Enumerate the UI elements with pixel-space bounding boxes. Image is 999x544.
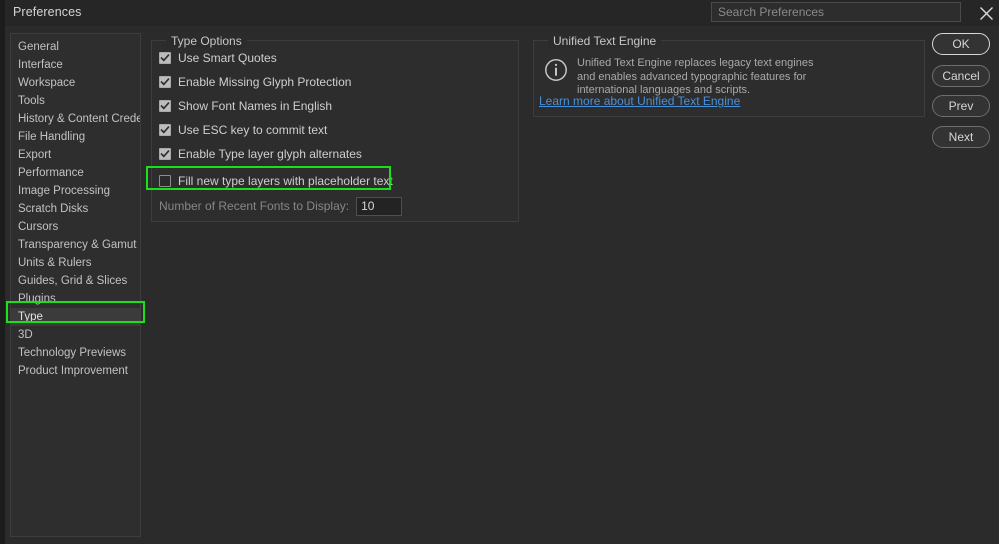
checkbox-row-enable-missing-glyph-protection[interactable]: Enable Missing Glyph Protection: [159, 73, 351, 91]
ok-button[interactable]: OK: [932, 33, 990, 55]
checkbox-label: Enable Missing Glyph Protection: [178, 75, 352, 89]
preferences-category-list[interactable]: General Interface Workspace Tools History & …: [10, 33, 141, 537]
sidebar-item-technology-previews[interactable]: Technology Previews: [11, 344, 140, 362]
sidebar-items: General Interface Workspace Tools History & …: [11, 34, 140, 380]
recent-fonts-row: Number of Recent Fonts to Display:: [159, 196, 403, 216]
next-button[interactable]: Next: [932, 126, 990, 148]
sidebar-item-performance[interactable]: Performance: [11, 164, 140, 182]
checkbox-checked-icon[interactable]: [159, 76, 171, 88]
sidebar-item-interface[interactable]: Interface: [11, 56, 140, 74]
checkbox-label: Fill new type layers with placeholder te…: [178, 174, 393, 188]
unified-text-engine-description: Unified Text Engine replaces legacy text…: [577, 57, 814, 96]
sidebar-item-general[interactable]: General: [11, 38, 140, 56]
sidebar-item-file-handling[interactable]: File Handling: [11, 128, 140, 146]
checkbox-checked-icon[interactable]: [159, 100, 171, 112]
checkbox-checked-icon[interactable]: [159, 52, 171, 64]
checkbox-unchecked-icon[interactable]: [159, 175, 171, 187]
checkbox-row-use-esc-key-to-commit-text[interactable]: Use ESC key to commit text: [159, 121, 327, 139]
window-left-edge: [0, 0, 5, 544]
checkbox-checked-icon[interactable]: [159, 148, 171, 160]
unified-text-engine-title: Unified Text Engine: [548, 34, 662, 48]
sidebar-item-3d[interactable]: 3D: [11, 326, 140, 344]
search-input[interactable]: [712, 3, 960, 21]
type-options-title: Type Options: [166, 34, 247, 48]
title-bar: Preferences: [5, 0, 999, 26]
close-icon[interactable]: [971, 0, 999, 26]
sidebar-item-guides-grid-slices[interactable]: Guides, Grid & Slices: [11, 272, 140, 290]
unified-text-engine-link[interactable]: Learn more about Unified Text Engine: [539, 94, 740, 108]
unified-text-engine-group: Unified Text Engine Unified Text Engine …: [533, 34, 925, 117]
sidebar-item-workspace[interactable]: Workspace: [11, 74, 140, 92]
sidebar-item-export[interactable]: Export: [11, 146, 140, 164]
type-options-group: Type Options Use Smart Quotes Enable Miss…: [151, 34, 519, 222]
checkbox-row-enable-type-layer-glyph-alternates[interactable]: Enable Type layer glyph alternates: [159, 145, 362, 163]
checkbox-checked-icon[interactable]: [159, 124, 171, 136]
prev-button[interactable]: Prev: [932, 95, 990, 117]
sidebar-item-history-content-credentials[interactable]: History & Content Credentials: [11, 110, 140, 128]
sidebar-item-plugins[interactable]: Plugins: [11, 290, 140, 308]
checkbox-row-use-smart-quotes[interactable]: Use Smart Quotes: [159, 49, 277, 67]
sidebar-item-units-rulers[interactable]: Units & Rulers: [11, 254, 140, 272]
info-circle-icon: [544, 58, 568, 82]
sidebar-item-image-processing[interactable]: Image Processing: [11, 182, 140, 200]
checkbox-label: Show Font Names in English: [178, 99, 333, 113]
search-preferences-box[interactable]: [711, 2, 961, 22]
sidebar-item-transparency-gamut[interactable]: Transparency & Gamut: [11, 236, 140, 254]
checkbox-label: Enable Type layer glyph alternates: [178, 147, 362, 161]
recent-fonts-input[interactable]: [356, 196, 403, 216]
checkbox-label: Use ESC key to commit text: [178, 123, 328, 137]
checkbox-row-show-font-names-in-english[interactable]: Show Font Names in English: [159, 97, 332, 115]
page-title: Preferences: [13, 5, 82, 19]
sidebar-item-tools[interactable]: Tools: [11, 92, 140, 110]
sidebar-item-cursors[interactable]: Cursors: [11, 218, 140, 236]
sidebar-item-scratch-disks[interactable]: Scratch Disks: [11, 200, 140, 218]
preferences-dialog: Preferences GeneralInterfaceWorkspaceToo…: [0, 0, 999, 544]
sidebar-item-type[interactable]: Type: [11, 308, 140, 326]
sidebar-item-product-improvement[interactable]: Product Improvement: [11, 362, 140, 380]
checkbox-label: Use Smart Quotes: [178, 51, 277, 65]
checkbox-row-fill-new-type-layers-with-placeholder-text[interactable]: Fill new type layers with placeholder te…: [159, 172, 393, 190]
recent-fonts-label: Number of Recent Fonts to Display:: [159, 199, 350, 213]
cancel-button[interactable]: Cancel: [932, 65, 990, 87]
